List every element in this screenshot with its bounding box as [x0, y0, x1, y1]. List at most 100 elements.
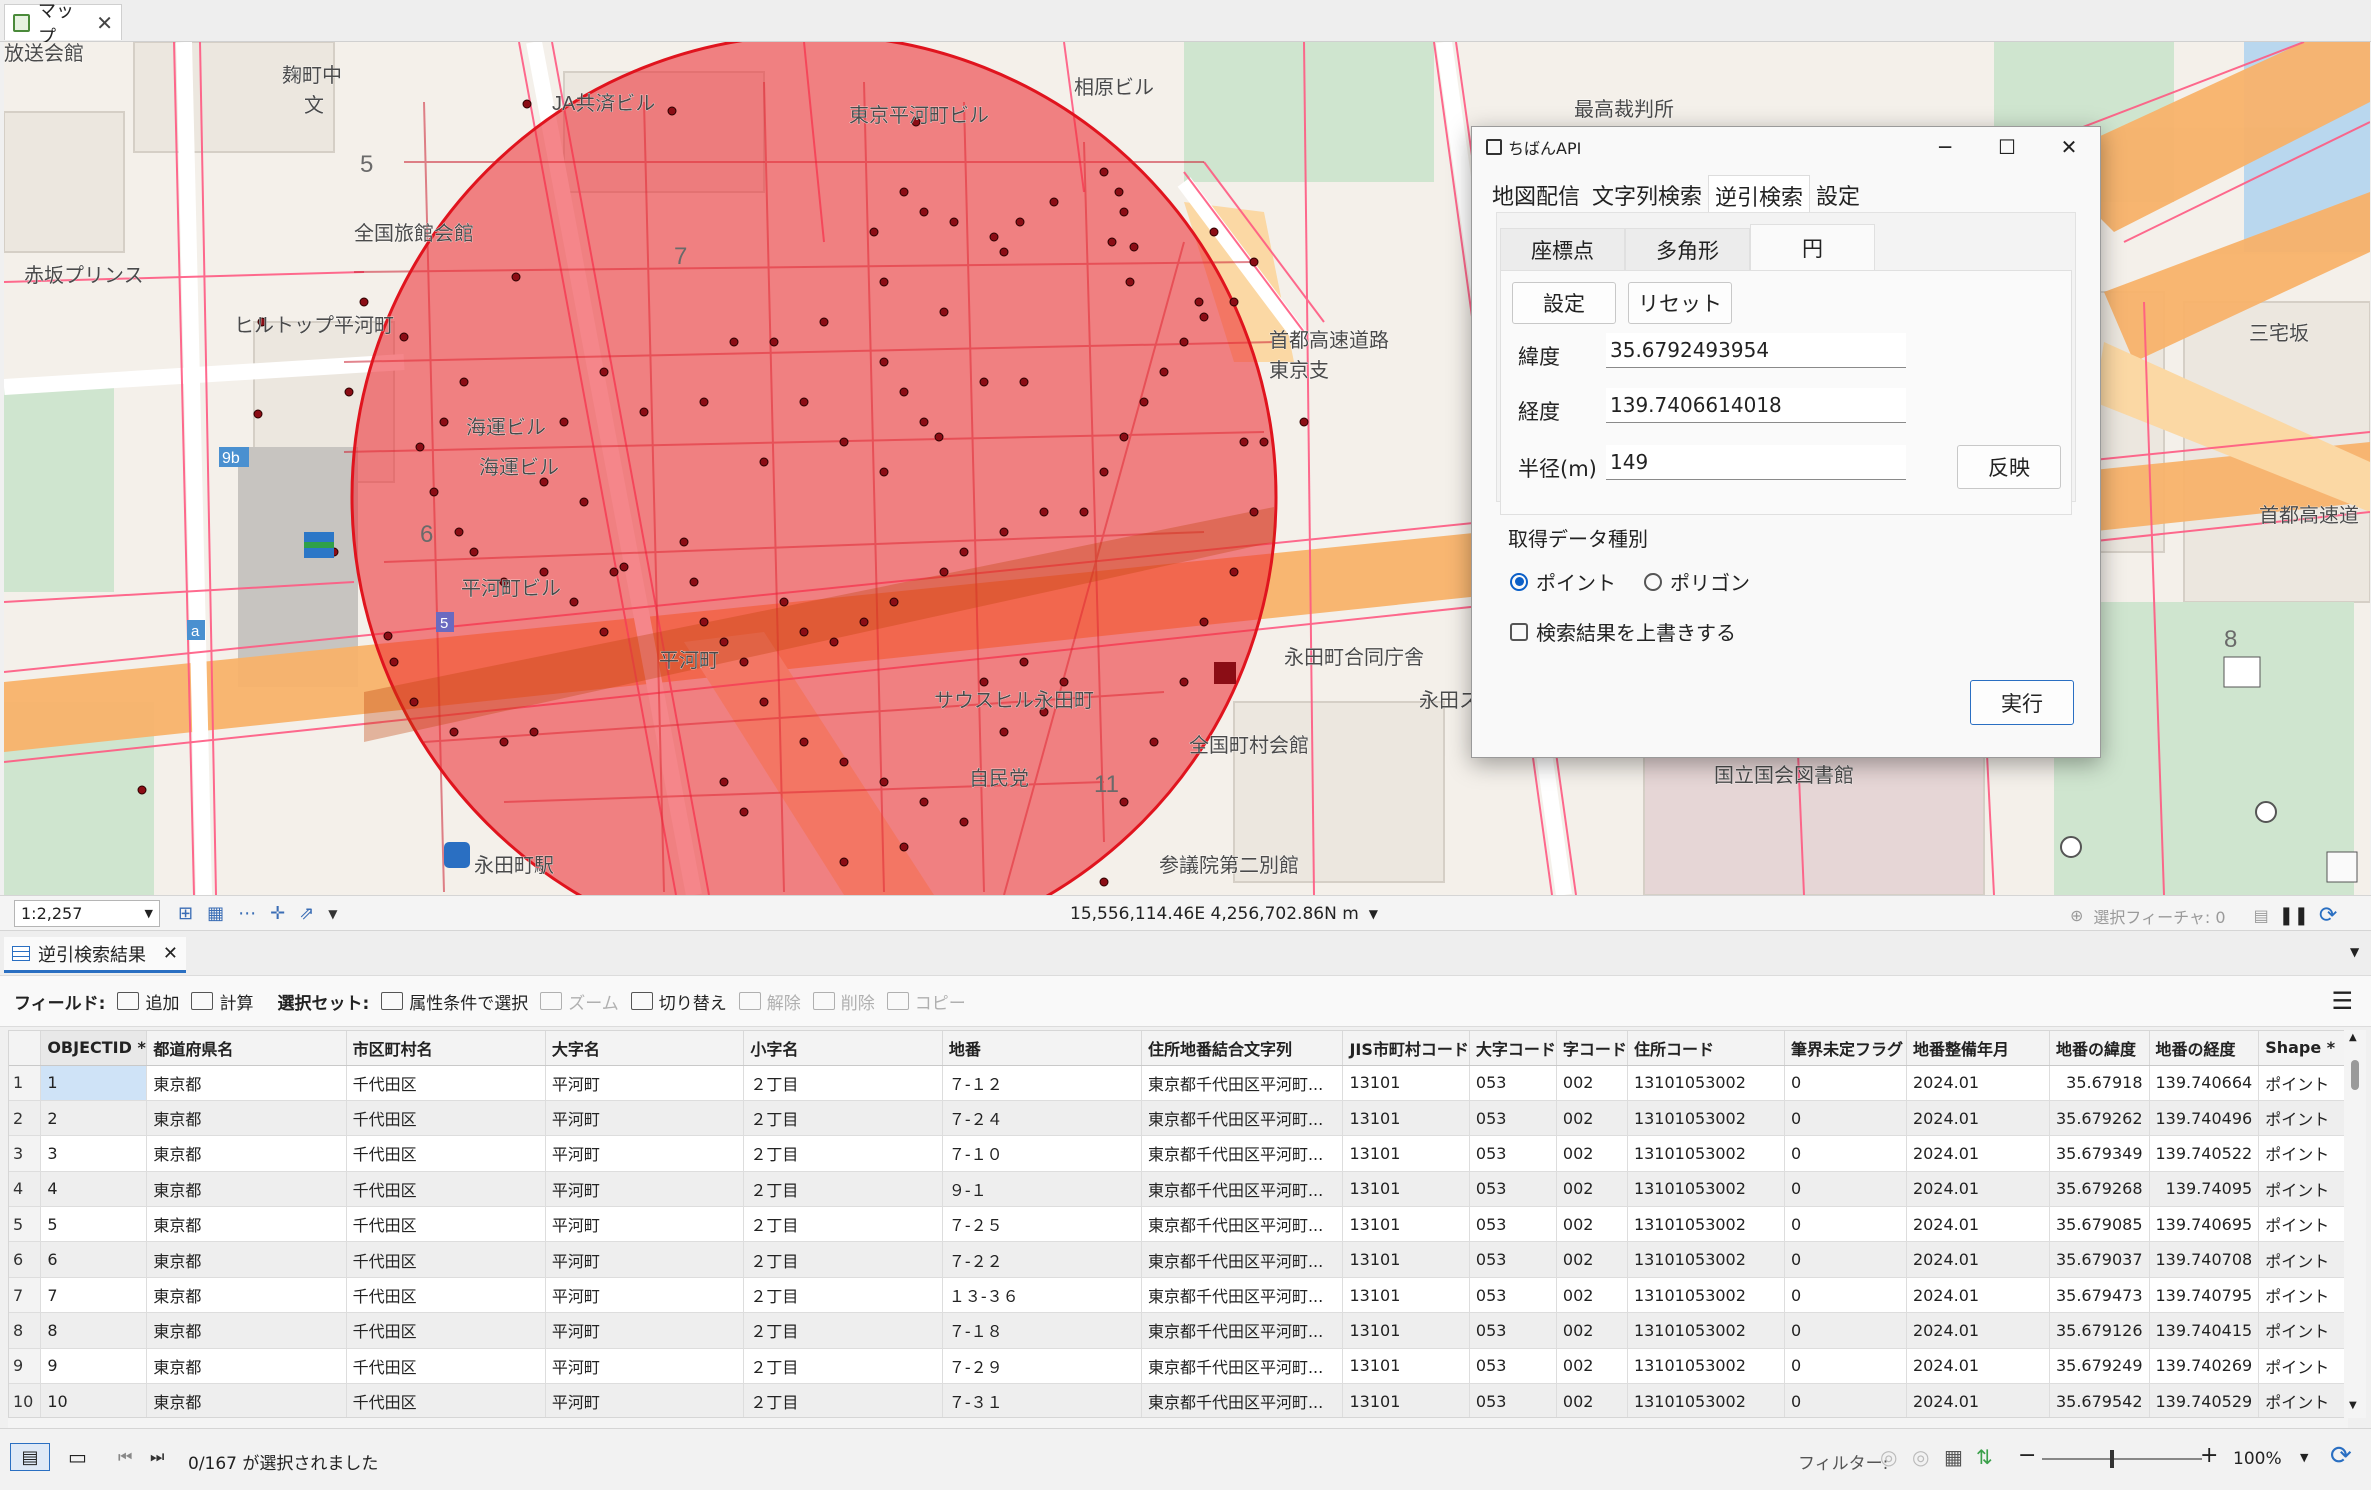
table-cell[interactable]: 平河町 [545, 1312, 745, 1349]
table-cell[interactable]: ポイント [2258, 1171, 2347, 1208]
table-cell[interactable]: 平河町 [545, 1065, 745, 1101]
table-cell[interactable]: 35.679473 [2049, 1277, 2150, 1314]
table-row[interactable]: 6 6 東京都 千代田区 平河町 ２丁目 ７-２２ 東京都千代田区平河町... 13101 053… [9, 1241, 2347, 1278]
zoom-out-icon[interactable]: − [2018, 1443, 2036, 1468]
table-cell[interactable]: 東京都千代田区平河町... [1141, 1206, 1344, 1243]
set-button[interactable]: 設定 [1512, 282, 1616, 324]
row-number[interactable]: 3 [9, 1135, 42, 1172]
radio-polygon[interactable]: ポリゴン [1644, 567, 1750, 596]
table-cell[interactable]: 東京都千代田区平河町... [1141, 1277, 1344, 1314]
table-row[interactable]: 9 9 東京都 千代田区 平河町 ２丁目 ７-２９ 東京都千代田区平河町... 13101 053… [9, 1348, 2347, 1385]
table-cell[interactable]: 13101053002 [1627, 1100, 1786, 1137]
table-cell[interactable]: 千代田区 [346, 1383, 546, 1417]
table-cell[interactable]: 002 [1556, 1135, 1628, 1172]
table-cell[interactable]: ７-２９ [942, 1348, 1142, 1385]
table-cell[interactable]: 002 [1556, 1206, 1628, 1243]
table-cell[interactable]: 東京都 [146, 1383, 347, 1417]
table-cell[interactable]: ポイント [2258, 1241, 2347, 1278]
table-cell[interactable]: 2024.01 [1906, 1312, 2050, 1349]
table-cell[interactable]: ポイント [2258, 1312, 2347, 1349]
table-cell[interactable]: 053 [1469, 1312, 1557, 1349]
row-number[interactable]: 4 [9, 1171, 42, 1208]
table-cell[interactable]: 千代田区 [346, 1348, 546, 1385]
table-cell[interactable]: 35.67918 [2049, 1065, 2150, 1101]
filter-extent-icon[interactable]: ◎ [1880, 1445, 1897, 1469]
table-cell[interactable]: 139.740496 [2149, 1100, 2260, 1137]
table-cell[interactable]: 平河町 [545, 1277, 745, 1314]
table-cell[interactable]: 13101053002 [1627, 1065, 1786, 1101]
row-number[interactable]: 8 [9, 1312, 42, 1349]
table-cell[interactable]: 053 [1469, 1277, 1557, 1314]
table-cell[interactable]: 2024.01 [1906, 1241, 2050, 1278]
table-cell[interactable]: 東京都 [146, 1100, 347, 1137]
filter-visible-icon[interactable]: ◎ [1912, 1445, 1929, 1469]
column-header[interactable]: Shape * [2258, 1031, 2347, 1066]
table-cell[interactable]: 0 [1784, 1241, 1907, 1278]
table-cell[interactable]: 東京都千代田区平河町... [1141, 1135, 1344, 1172]
apply-button[interactable]: 反映 [1957, 445, 2061, 489]
longitude-input[interactable]: 139.7406614018 [1606, 388, 1906, 423]
table-cell[interactable]: 053 [1469, 1348, 1557, 1385]
table-cell[interactable]: 2024.01 [1906, 1277, 2050, 1314]
table-cell[interactable]: ７-１２ [942, 1065, 1142, 1101]
tab-reverse-results[interactable]: 逆引検索結果 ✕ [4, 937, 186, 973]
table-cell[interactable]: 35.679262 [2049, 1100, 2150, 1137]
table-cell[interactable]: ポイント [2258, 1277, 2347, 1314]
table-cell[interactable]: 139.740269 [2149, 1348, 2260, 1385]
table-cell[interactable]: 13101 [1342, 1135, 1470, 1172]
table-cell[interactable]: 139.740415 [2149, 1312, 2260, 1349]
table-cell[interactable]: 9 [40, 1348, 148, 1385]
table-cell[interactable]: 139.740795 [2149, 1277, 2260, 1314]
add-field-button[interactable]: 追加 [117, 989, 179, 1014]
table-cell[interactable]: 002 [1556, 1277, 1628, 1314]
copy-button[interactable]: コピー [886, 989, 966, 1014]
zoom-button[interactable]: ズーム [540, 989, 619, 1014]
table-cell[interactable]: 東京都 [146, 1348, 347, 1385]
snapping-icon[interactable]: ⊞ [178, 903, 193, 924]
clear-button[interactable]: 解除 [738, 989, 801, 1014]
table-cell[interactable]: 千代田区 [346, 1065, 546, 1101]
table-cell[interactable]: ２丁目 [743, 1100, 943, 1137]
table-cell[interactable]: ポイント [2258, 1100, 2347, 1137]
table-cell[interactable]: 2024.01 [1906, 1171, 2050, 1208]
table-cell[interactable]: ポイント [2258, 1135, 2347, 1172]
table-cell[interactable]: 13101 [1342, 1241, 1470, 1278]
close-icon[interactable]: ✕ [163, 943, 178, 964]
column-header[interactable]: 住所コード [1627, 1031, 1786, 1066]
tab-reverse-search[interactable]: 逆引検索 [1708, 175, 1811, 216]
table-cell[interactable]: 東京都千代田区平河町... [1141, 1171, 1344, 1208]
reset-button[interactable]: リセット [1628, 282, 1732, 324]
scroll-thumb[interactable] [2351, 1060, 2359, 1090]
table-cell[interactable]: 35.679037 [2049, 1241, 2150, 1278]
table-cell[interactable]: 千代田区 [346, 1171, 546, 1208]
table-cell[interactable]: 13101053002 [1627, 1277, 1786, 1314]
table-row[interactable]: 2 2 東京都 千代田区 平河町 ２丁目 ７-２４ 東京都千代田区平河町... 13101 053… [9, 1100, 2347, 1137]
hamburger-menu-icon[interactable]: ☰ [2331, 987, 2353, 1015]
table-cell[interactable]: ７-３１ [942, 1383, 1142, 1417]
table-cell[interactable]: 東京都 [146, 1206, 347, 1243]
table-cell[interactable]: 2 [40, 1100, 148, 1137]
table-cell[interactable]: ７-２４ [942, 1100, 1142, 1137]
grid-icon[interactable]: ▦ [207, 903, 224, 924]
calculate-button[interactable]: 計算 [191, 989, 253, 1014]
sort-icon[interactable]: ⇅ [1976, 1445, 1993, 1469]
switch-button[interactable]: 切り替え [630, 989, 727, 1014]
table-cell[interactable]: 13101 [1342, 1065, 1470, 1101]
field-view-icon[interactable]: ▭ [68, 1445, 87, 1469]
table-cell[interactable]: ２丁目 [743, 1171, 943, 1208]
table-cell[interactable]: 平河町 [545, 1206, 745, 1243]
table-cell[interactable]: 平河町 [545, 1100, 745, 1137]
table-cell[interactable]: 千代田区 [346, 1206, 546, 1243]
table-cell[interactable]: 35.679126 [2049, 1312, 2150, 1349]
table-cell[interactable]: 千代田区 [346, 1312, 546, 1349]
filter-table-icon[interactable]: ▦ [1944, 1445, 1963, 1469]
table-cell[interactable]: 13101 [1342, 1171, 1470, 1208]
coordinate-readout[interactable]: 15,556,114.46E 4,256,702.86N m ▼ [1070, 904, 1378, 924]
table-cell[interactable]: 13101 [1342, 1277, 1470, 1314]
north-arrow-icon[interactable]: ⇗ [299, 903, 314, 924]
column-header[interactable]: 地番 [942, 1031, 1142, 1066]
table-cell[interactable]: 053 [1469, 1206, 1557, 1243]
table-row[interactable]: 5 5 東京都 千代田区 平河町 ２丁目 ７-２５ 東京都千代田区平河町... 13101 053… [9, 1206, 2347, 1243]
column-header[interactable]: 大字名 [545, 1031, 745, 1066]
tab-text-search[interactable]: 文字列検索 [1586, 175, 1708, 216]
